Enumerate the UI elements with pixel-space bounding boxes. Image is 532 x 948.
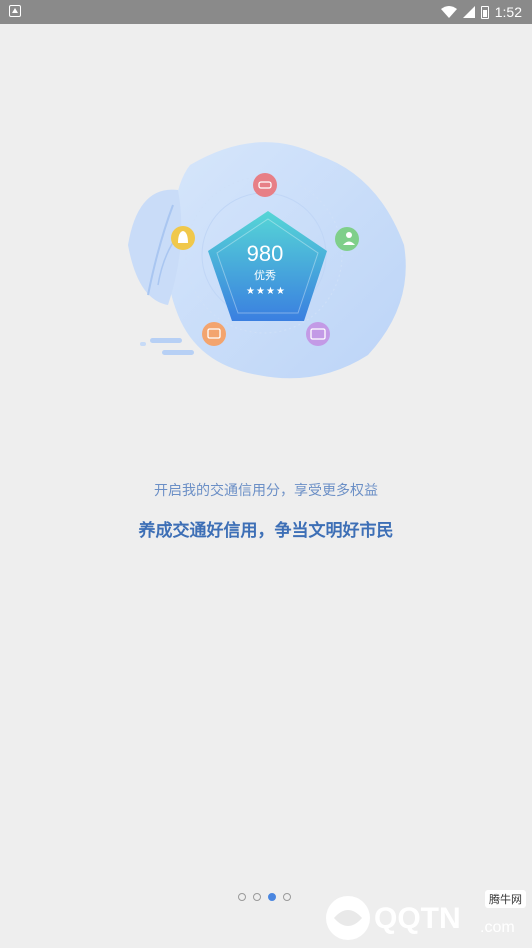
car-icon [253, 173, 277, 197]
bell-icon [171, 226, 195, 250]
svg-text:QQTN: QQTN [374, 902, 461, 935]
user-settings-icon [335, 227, 359, 251]
svg-text:★: ★ [246, 286, 255, 297]
svg-text:★: ★ [256, 286, 265, 297]
flag-card-icon [202, 322, 226, 346]
battery-icon [480, 5, 489, 19]
credit-score-illustration: 980 优秀 ★ ★ ★ ★ [128, 142, 406, 379]
svg-text:★: ★ [276, 286, 285, 297]
svg-text:★: ★ [266, 286, 275, 297]
score-value: 980 [247, 241, 284, 266]
signal-icon [462, 6, 475, 18]
score-grade: 优秀 [254, 269, 276, 282]
wifi-icon [440, 6, 457, 18]
status-bar: 1:52 [0, 0, 532, 24]
status-icons: 1:52 [440, 3, 522, 21]
watermark: QQTN .com 腾牛网 [320, 888, 532, 944]
watermark-badge: 腾牛网 [485, 890, 526, 908]
page-dot[interactable] [253, 893, 261, 901]
id-card-icon [306, 322, 330, 346]
page-dot-active[interactable] [268, 893, 276, 901]
onboarding-title: 养成交通好信用，争当文明好市民 [138, 521, 394, 541]
status-time: 1:52 [494, 4, 522, 20]
page-dot[interactable] [283, 893, 291, 901]
rating-stars: ★ ★ ★ ★ [246, 286, 285, 297]
notification-icon [9, 5, 21, 17]
page-dot[interactable] [238, 893, 246, 901]
page-indicator [238, 893, 291, 901]
svg-text:.com: .com [480, 919, 515, 936]
onboarding-subtitle: 开启我的交通信用分，享受更多权益 [154, 483, 378, 499]
